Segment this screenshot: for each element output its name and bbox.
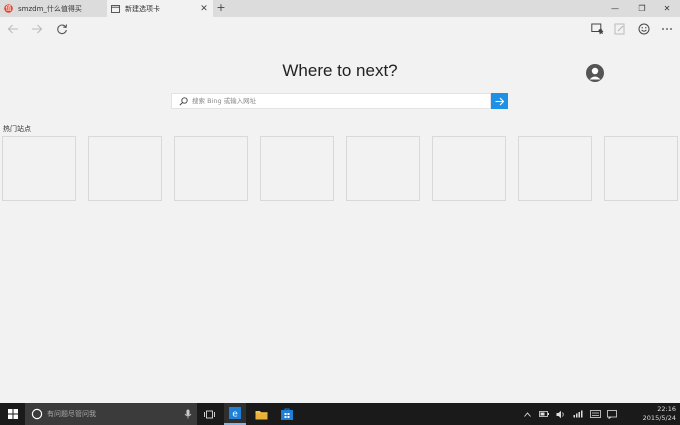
tab-new[interactable]: 新建选项卡 ✕	[107, 0, 213, 17]
taskbar-store[interactable]	[276, 403, 298, 425]
tab-page-icon	[111, 4, 120, 13]
navigation-bar	[0, 17, 680, 40]
battery-icon	[539, 411, 549, 417]
svg-text:值: 值	[5, 5, 11, 13]
cortana-label: 有问题尽管问我	[47, 410, 96, 418]
top-site-tile[interactable]	[2, 136, 76, 201]
profile-avatar[interactable]	[586, 64, 604, 82]
top-site-tile[interactable]	[174, 136, 248, 201]
new-tab-button[interactable]: +	[215, 2, 227, 14]
tab-strip: 值 smzdm_什么值得买 新建选项卡 ✕ + — ❐ ✕	[0, 0, 680, 17]
close-window-button[interactable]: ✕	[654, 0, 680, 17]
volume-icon	[556, 410, 564, 418]
system-clock[interactable]: 22:16 2015/5/24	[643, 405, 676, 423]
search-go-button[interactable]	[491, 93, 508, 109]
chevron-up-icon	[523, 411, 531, 417]
start-button[interactable]	[0, 403, 25, 425]
search-icon	[176, 96, 190, 106]
battery-indicator[interactable]	[538, 403, 550, 425]
microphone-icon[interactable]	[184, 409, 192, 419]
keyboard-icon	[589, 410, 601, 418]
top-site-tile[interactable]	[260, 136, 334, 201]
search-input[interactable]	[192, 97, 490, 105]
file-explorer-icon	[255, 410, 267, 419]
feedback-icon	[638, 23, 650, 35]
reading-view-button[interactable]	[589, 21, 605, 37]
top-site-tile[interactable]	[604, 136, 678, 201]
tab-label: 新建选项卡	[125, 4, 160, 13]
web-note-icon	[614, 23, 625, 35]
forward-icon	[32, 24, 43, 34]
windows-logo-icon	[7, 409, 18, 419]
web-note-button[interactable]	[612, 21, 628, 37]
more-button[interactable]	[659, 21, 675, 37]
arrow-right-icon	[495, 97, 504, 105]
clock-time: 22:16	[657, 405, 676, 413]
tab-smzdm[interactable]: 值 smzdm_什么值得买	[0, 0, 107, 17]
top-site-tile[interactable]	[518, 136, 592, 201]
more-icon	[662, 28, 672, 30]
network-icon	[573, 410, 583, 418]
feedback-button[interactable]	[636, 21, 652, 37]
top-sites-label: 热门站点	[3, 125, 31, 133]
search-box[interactable]	[171, 93, 491, 109]
taskbar: 有问题尽管问我 e 22:16 2015/5/24	[0, 403, 680, 425]
notification-icon	[607, 409, 617, 419]
top-site-tile[interactable]	[346, 136, 420, 201]
edge-icon: e	[229, 407, 241, 419]
page-heading: Where to next?	[282, 61, 398, 80]
volume-indicator[interactable]	[555, 403, 567, 425]
taskbar-file-explorer[interactable]	[250, 403, 272, 425]
clock-date: 2015/5/24	[642, 414, 676, 422]
user-icon	[589, 67, 601, 80]
back-icon	[7, 24, 18, 34]
refresh-button[interactable]	[54, 21, 70, 37]
refresh-icon	[57, 24, 68, 35]
taskbar-edge[interactable]: e	[224, 403, 246, 425]
maximize-button[interactable]: ❐	[629, 0, 655, 17]
minimize-button[interactable]: —	[602, 0, 628, 17]
cortana-search-box[interactable]: 有问题尽管问我	[25, 403, 197, 425]
cortana-icon	[31, 408, 43, 420]
forward-button[interactable]	[29, 21, 45, 37]
top-site-tile[interactable]	[432, 136, 506, 201]
reading-view-icon	[590, 23, 603, 35]
show-hidden-icons[interactable]	[521, 403, 533, 425]
close-tab-icon[interactable]: ✕	[199, 4, 209, 14]
store-icon	[281, 408, 293, 420]
smzdm-favicon-icon: 值	[4, 4, 13, 13]
input-indicator[interactable]	[589, 403, 601, 425]
task-view-button[interactable]	[199, 403, 219, 425]
svg-text:e: e	[232, 410, 238, 420]
tab-label: smzdm_什么值得买	[18, 4, 82, 13]
back-button[interactable]	[5, 21, 21, 37]
action-center[interactable]	[606, 403, 618, 425]
top-site-tile[interactable]	[88, 136, 162, 201]
task-view-icon	[203, 410, 215, 418]
network-indicator[interactable]	[572, 403, 584, 425]
